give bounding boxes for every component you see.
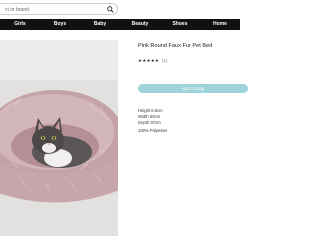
category-nav: Girls Boys Baby Beauty Shoes Home [0,19,240,30]
nav-item-boys[interactable]: Boys [40,19,80,30]
review-count[interactable]: (1) [162,58,168,63]
nav-item-home[interactable]: Home [200,19,240,30]
nav-item-girls[interactable]: Girls [0,19,40,30]
top-header [0,0,240,18]
nav-item-shoes[interactable]: Shoes [160,19,200,30]
search-icon[interactable] [107,6,114,13]
add-to-bag-button[interactable]: Add to Bag [138,84,248,93]
product-rating[interactable]: ★★★★★ (1) [138,58,168,64]
material-spec: 100% Polyester [138,128,168,133]
product-image[interactable] [0,40,118,236]
product-title: Pink Round Faux Fur Pet Bed [138,43,213,49]
depth-spec: Depth 37cm [138,120,161,125]
product-dimensions: Height 8.6cm Width 50cm Depth 37cm [138,108,163,126]
search-input[interactable] [5,5,101,14]
search-bar[interactable] [0,3,118,15]
rating-stars: ★★★★★ [138,58,160,63]
nav-item-baby[interactable]: Baby [80,19,120,30]
cat-in-pet-bed-photo [0,40,118,236]
nav-item-beauty[interactable]: Beauty [120,19,160,30]
